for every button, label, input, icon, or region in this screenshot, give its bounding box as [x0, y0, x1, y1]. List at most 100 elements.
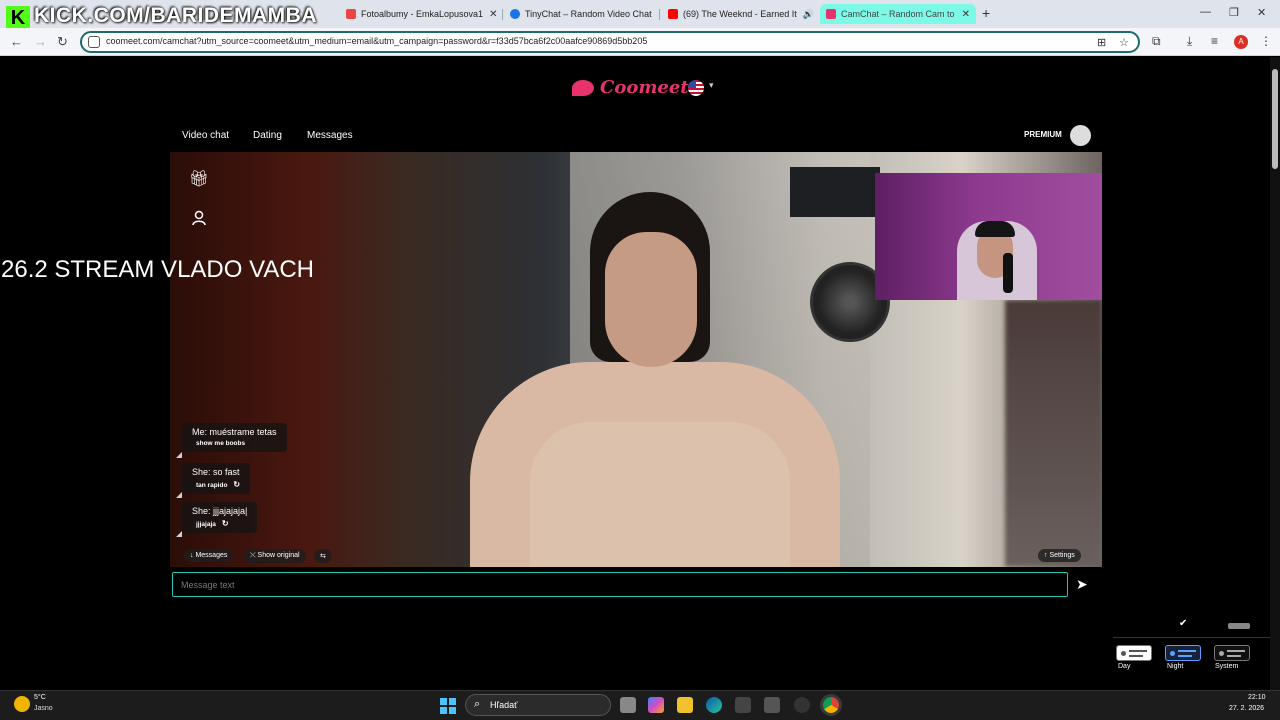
- theme-night-label: Night: [1167, 663, 1184, 670]
- start-button[interactable]: [440, 698, 456, 714]
- theme-panel-handle[interactable]: [1228, 623, 1250, 629]
- theme-day-option[interactable]: [1116, 645, 1152, 661]
- close-window-icon[interactable]: ✕: [1257, 6, 1266, 19]
- tab-title: Fotoalbumy - EmkaLopusova1: [361, 9, 484, 19]
- clock-time[interactable]: 22:10: [1248, 694, 1266, 701]
- retranslate-icon[interactable]: ↻: [233, 480, 240, 489]
- message-text: Me: muéstrame tetas: [192, 427, 277, 437]
- task-view-icon[interactable]: [620, 697, 636, 713]
- edge-icon[interactable]: [706, 697, 722, 713]
- download-icon[interactable]: ⤓: [1187, 34, 1192, 49]
- theme-system-option[interactable]: [1214, 645, 1250, 661]
- reload-icon[interactable]: ↻: [57, 34, 68, 50]
- kick-channel-text: KICK.COM/BARIDEMAMBA: [34, 4, 317, 27]
- tab-youtube[interactable]: (69) The Weeknd - Earned It 🔊 ✕: [662, 4, 816, 24]
- show-original-button[interactable]: ⤬ Show original: [244, 549, 306, 563]
- settings-button[interactable]: ↑ Settings: [1038, 549, 1081, 562]
- tab-title: CamChat – Random Cam to: [841, 9, 955, 19]
- chevron-down-icon[interactable]: ▾: [709, 80, 714, 91]
- chat-message: Me: muéstrame tetas show me boobs: [182, 423, 287, 452]
- translate-icon[interactable]: ⊞: [1097, 36, 1106, 49]
- new-tab-button[interactable]: +: [982, 5, 990, 21]
- person-face: [605, 232, 697, 367]
- premium-link[interactable]: PREMIUM: [1024, 130, 1062, 139]
- tab-tinychat[interactable]: TinyChat – Random Video Chat ✕: [504, 4, 656, 24]
- extensions-icon[interactable]: ⧉: [1152, 34, 1161, 49]
- tab-title: TinyChat – Random Video Chat: [525, 9, 652, 19]
- tab-divider: [659, 9, 660, 20]
- nav-dating[interactable]: Dating: [253, 130, 282, 141]
- weather-condition[interactable]: Jasno: [34, 705, 53, 712]
- close-tab-icon[interactable]: ✕: [956, 9, 970, 20]
- profile-icon[interactable]: [188, 209, 210, 231]
- settings-label: Settings: [1049, 552, 1075, 559]
- tinychat-favicon-icon: [510, 9, 520, 19]
- nav-messages[interactable]: Messages: [307, 130, 353, 141]
- messages-toggle-label: Messages: [195, 552, 228, 559]
- coomeet-logo[interactable]: Coomeet: [572, 77, 689, 98]
- close-tab-icon[interactable]: ✕: [483, 9, 497, 20]
- taskbar-search[interactable]: ⌕ Hľadať: [465, 694, 611, 716]
- message-translation: jjjajaja: [196, 521, 216, 528]
- message-text: She: jjjajajaja|: [192, 506, 248, 516]
- forward-arrow-icon[interactable]: →: [34, 34, 47, 49]
- weather-icon[interactable]: [14, 696, 30, 712]
- logo-text: Coomeet: [600, 77, 689, 98]
- menu-kebab-icon[interactable]: ⋮: [1260, 34, 1272, 48]
- show-original-label: Show original: [257, 552, 300, 559]
- scrollbar-thumb[interactable]: [1272, 69, 1278, 169]
- theme-system-label: System: [1215, 663, 1239, 670]
- media-control-icon[interactable]: ≡: [1211, 34, 1218, 48]
- chrome-icon[interactable]: [823, 697, 839, 713]
- site-info-icon[interactable]: [88, 36, 100, 48]
- gift-icon[interactable]: 🎁︎: [188, 169, 210, 191]
- kick-logo: K: [6, 6, 30, 30]
- minimize-icon[interactable]: —: [1200, 6, 1211, 18]
- youtube-favicon-icon: [668, 9, 678, 19]
- message-input-wrapper: [172, 572, 1068, 597]
- tab-fotoalbumy[interactable]: Fotoalbumy - EmkaLopusova1 ✕: [340, 4, 500, 24]
- person-top: [530, 422, 790, 567]
- stream-overlay-text: 26.2 STREAM VLADO VACH: [1, 256, 314, 283]
- video-person: [440, 192, 880, 567]
- favicon-icon: [346, 9, 356, 19]
- page-scrollbar[interactable]: [1270, 57, 1280, 690]
- windows-taskbar: 5°C Jasno ⌕ Hľadať 22:10 27. 2. 2026: [0, 690, 1280, 720]
- close-tab-icon[interactable]: ✕: [652, 9, 656, 20]
- clock-date[interactable]: 27. 2. 2026: [1229, 705, 1264, 712]
- swap-language-icon[interactable]: ⇆: [314, 549, 332, 563]
- self-camera-preview[interactable]: [875, 173, 1102, 300]
- weather-temperature[interactable]: 5°C: [34, 694, 46, 701]
- copilot-icon[interactable]: [648, 697, 664, 713]
- restore-icon[interactable]: ❐: [1229, 6, 1239, 19]
- profile-avatar[interactable]: A: [1234, 35, 1248, 49]
- theme-day-label: Day: [1118, 663, 1131, 670]
- theme-night-option[interactable]: [1165, 645, 1201, 661]
- bookmark-star-icon[interactable]: ☆: [1119, 36, 1129, 49]
- file-explorer-icon[interactable]: [677, 697, 693, 713]
- tab-divider: [502, 9, 503, 20]
- address-bar[interactable]: coomeet.com/camchat?utm_source=coomeet&u…: [80, 31, 1140, 53]
- chat-message: She: so fast tan rapido ↻: [182, 463, 251, 494]
- back-arrow-icon[interactable]: ←: [10, 34, 23, 49]
- app-icon[interactable]: [764, 697, 780, 713]
- us-flag-icon[interactable]: [688, 80, 704, 96]
- messages-toggle-button[interactable]: ↓ Messages: [184, 549, 234, 562]
- coomeet-logo-icon: [572, 79, 594, 96]
- store-icon[interactable]: [735, 697, 751, 713]
- message-input[interactable]: [173, 573, 1067, 596]
- search-label: Hľadať: [490, 700, 518, 710]
- browser-toolbar: ← → ↻ coomeet.com/camchat?utm_source=coo…: [0, 28, 1280, 56]
- checkmark-icon: ✔: [1179, 618, 1188, 629]
- pip-person-cap: [975, 221, 1015, 237]
- send-icon[interactable]: ➤: [1076, 576, 1088, 593]
- close-tab-icon[interactable]: ✕: [814, 9, 816, 20]
- game-icon[interactable]: [794, 697, 810, 713]
- partner-video: 🎁︎ Me: muéstrame tetas show me boobs She…: [170, 152, 1102, 567]
- user-avatar[interactable]: [1070, 125, 1091, 146]
- retranslate-icon[interactable]: ↻: [222, 519, 229, 528]
- url-text[interactable]: coomeet.com/camchat?utm_source=coomeet&u…: [106, 36, 647, 46]
- speaker-icon[interactable]: 🔊: [803, 9, 814, 20]
- tab-camchat[interactable]: CamChat – Random Cam to ✕: [820, 4, 976, 24]
- nav-video-chat[interactable]: Video chat: [182, 130, 229, 141]
